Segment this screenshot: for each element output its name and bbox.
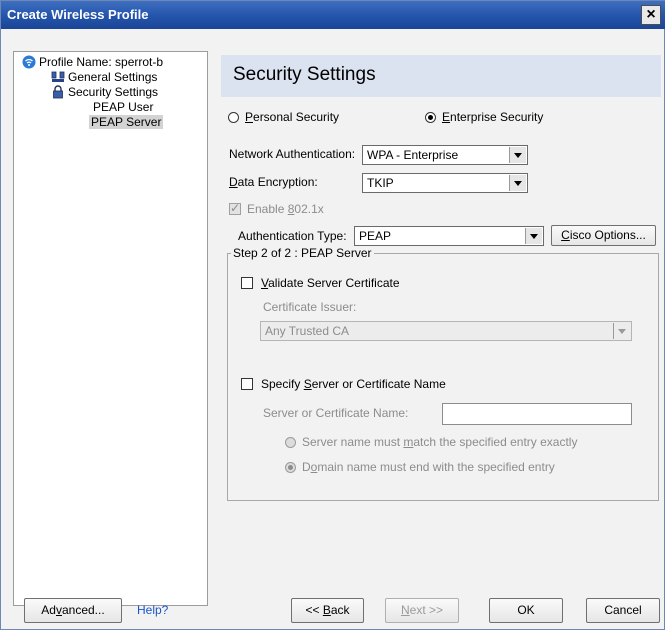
auth-type-label: Authentication Type: [238, 229, 347, 243]
chevron-down-icon [613, 323, 630, 339]
tree-label-general-settings: General Settings [68, 70, 158, 84]
domain-suffix-radio[interactable] [285, 462, 296, 473]
certificate-issuer-label: Certificate Issuer: [263, 300, 357, 314]
close-icon: × [646, 6, 656, 23]
create-wireless-profile-dialog: Create Wireless Profile × Profile Name: … [0, 0, 665, 630]
data-encryption-label: Data Encryption: [229, 175, 318, 189]
enable-8021x-label: Enable 802.1x [247, 202, 324, 216]
section-header: Security Settings [221, 55, 661, 97]
server-name-label: Server or Certificate Name: [263, 406, 409, 420]
enterprise-security-radio[interactable] [425, 112, 436, 123]
tree-label-peap-server: PEAP Server [89, 115, 164, 129]
auth-type-value: PEAP [359, 229, 392, 243]
groupbox-title: Step 2 of 2 : PEAP Server [231, 246, 374, 260]
network-auth-value: WPA - Enterprise [367, 148, 459, 162]
server-name-input[interactable] [442, 403, 632, 425]
title-bar: Create Wireless Profile [1, 1, 665, 29]
advanced-button[interactable]: Advanced... [24, 598, 122, 623]
tree-item-peap-user[interactable]: PEAP User [93, 100, 153, 115]
profile-tree: Profile Name: sperrot-b General Settings… [13, 51, 208, 606]
tree-item-profile[interactable]: Profile Name: sperrot-b [22, 55, 164, 70]
auth-type-select[interactable]: PEAP [354, 226, 544, 246]
back-button[interactable]: << Back [291, 598, 364, 623]
validate-server-cert-label[interactable]: Validate Server Certificate [261, 276, 400, 290]
tree-item-general-settings[interactable]: General Settings [51, 70, 158, 85]
tree-item-peap-server[interactable]: PEAP Server [89, 115, 164, 130]
specify-server-name-label[interactable]: Specify Server or Certificate Name [261, 377, 446, 391]
chevron-down-icon [509, 147, 526, 163]
tree-label-security-settings: Security Settings [68, 85, 159, 99]
personal-security-radio[interactable] [228, 112, 239, 123]
cancel-button[interactable]: Cancel [586, 598, 660, 623]
lock-icon [53, 85, 63, 99]
tree-label-peap-user: PEAP User [93, 100, 154, 114]
tree-label-profile: Profile Name: sperrot-b [39, 55, 164, 69]
wifi-icon [22, 55, 36, 69]
domain-suffix-label[interactable]: Domain name must end with the specified … [302, 460, 555, 474]
chevron-down-icon [525, 228, 542, 244]
specify-server-name-checkbox[interactable] [241, 378, 253, 390]
personal-security-label[interactable]: Personal Security [245, 110, 339, 124]
data-encryption-select[interactable]: TKIP [362, 173, 528, 193]
data-encryption-value: TKIP [367, 176, 394, 190]
exact-match-label[interactable]: Server name must match the specified ent… [302, 435, 577, 449]
validate-server-cert-checkbox[interactable] [241, 277, 253, 289]
window-title: Create Wireless Profile [7, 7, 149, 22]
ok-button[interactable]: OK [489, 598, 563, 623]
certificate-issuer-select[interactable]: Any Trusted CA [260, 321, 632, 341]
enterprise-security-label[interactable]: Enterprise Security [442, 110, 543, 124]
network-auth-label: Network Authentication: [229, 147, 356, 161]
exact-match-radio[interactable] [285, 437, 296, 448]
certificate-issuer-value: Any Trusted CA [265, 324, 350, 338]
tree-item-security-settings[interactable]: Security Settings [53, 85, 159, 100]
section-title: Security Settings [233, 64, 376, 85]
cisco-options-button[interactable]: Cisco Options... [551, 225, 656, 246]
help-link[interactable]: Help? [137, 603, 168, 617]
close-button[interactable]: × [641, 5, 661, 25]
enable-8021x-checkbox[interactable] [229, 201, 241, 215]
next-button[interactable]: Next >> [385, 598, 459, 623]
chevron-down-icon [509, 175, 526, 191]
network-icon [51, 71, 65, 82]
network-auth-select[interactable]: WPA - Enterprise [362, 145, 528, 165]
